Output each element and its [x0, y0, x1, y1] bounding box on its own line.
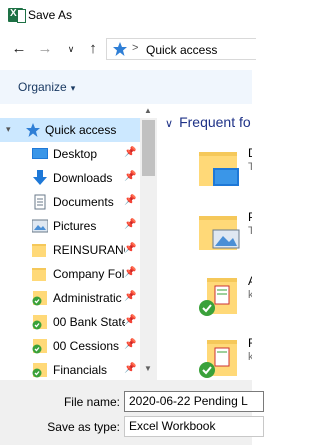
- synced-folder-icon: [199, 340, 237, 378]
- tree-item-company-fol[interactable]: Company Fol 📌: [0, 262, 140, 286]
- expand-chevron-icon[interactable]: ▾: [6, 124, 11, 135]
- navigation-pane: ▾ Quick access Desktop 📌 Downloads 📌 Doc…: [0, 104, 140, 380]
- folder-subtext: k: [248, 289, 252, 301]
- command-bar: Organize ▾: [0, 70, 252, 104]
- downloads-icon: [33, 170, 47, 185]
- tree-item-documents[interactable]: Documents 📌: [0, 190, 140, 214]
- synced-folder-icon: [32, 315, 47, 330]
- scroll-up-icon[interactable]: ▲: [144, 106, 152, 115]
- tree-item-label: Quick access: [45, 123, 117, 137]
- save-options-panel: File name: 2020-06-22 Pending L Save as …: [0, 380, 264, 445]
- tree-item-label: Documents: [53, 195, 114, 209]
- tree-item-desktop[interactable]: Desktop 📌: [0, 142, 140, 166]
- folder-subtext: k: [248, 351, 252, 363]
- title-bar: X Save As: [0, 0, 252, 30]
- desktop-folder-icon: [199, 152, 239, 186]
- folder-subtext: T: [248, 161, 252, 173]
- pin-icon: 📌: [124, 195, 137, 206]
- up-button[interactable]: ↑: [84, 40, 102, 58]
- back-button[interactable]: ←: [10, 40, 28, 58]
- tree-item-label: Financials: [53, 363, 108, 377]
- synced-folder-icon: [32, 291, 47, 306]
- content-pane: ∨ Frequent fo D T P T A k F k: [157, 104, 252, 380]
- tree-item-label: REINSURANC: [53, 243, 125, 257]
- folder-tile-pictures[interactable]: P T: [197, 210, 252, 270]
- pin-icon: 📌: [124, 243, 137, 254]
- desktop-icon: [32, 148, 48, 159]
- quick-access-star-icon: [113, 42, 127, 56]
- pin-icon: 📌: [124, 267, 137, 278]
- folder-tile-a[interactable]: A k: [197, 274, 252, 334]
- caret-down-icon: ▾: [70, 83, 76, 93]
- address-bar[interactable]: > Quick access: [106, 38, 256, 60]
- pin-icon: 📌: [124, 147, 137, 158]
- tree-item-quick-access[interactable]: ▾ Quick access: [0, 118, 140, 142]
- excel-icon: X: [8, 8, 26, 23]
- pin-icon: 📌: [124, 363, 137, 374]
- group-header-label: Frequent fo: [179, 114, 251, 130]
- arrow-left-icon: ←: [11, 40, 27, 57]
- window-title: Save As: [28, 8, 73, 22]
- arrow-right-icon: →: [37, 40, 53, 57]
- forward-button[interactable]: →: [36, 40, 54, 58]
- tree-item-label: Downloads: [53, 171, 113, 185]
- folder-name: P: [248, 210, 252, 224]
- file-name-input[interactable]: 2020-06-22 Pending L: [124, 391, 264, 412]
- tree-item-label: 00 Cessions: [53, 339, 120, 353]
- pin-icon: 📌: [124, 219, 137, 230]
- folder-name: F: [248, 336, 252, 350]
- organize-label: Organize: [18, 80, 67, 94]
- scrollbar-thumb[interactable]: [142, 120, 155, 176]
- folder-subtext: T: [248, 225, 252, 237]
- pictures-icon: [32, 219, 48, 233]
- organize-button[interactable]: Organize ▾: [18, 80, 75, 94]
- tree-item-reinsuranc[interactable]: REINSURANC 📌: [0, 238, 140, 262]
- save-as-type-select[interactable]: Excel Workbook: [124, 416, 264, 437]
- tree-item-financials[interactable]: Financials 📌: [0, 358, 140, 380]
- folder-tile-desktop[interactable]: D T: [197, 146, 252, 206]
- folder-name: D: [248, 146, 252, 160]
- pin-icon: 📌: [124, 339, 137, 350]
- pin-icon: 📌: [124, 291, 137, 302]
- folder-icon: [32, 268, 46, 281]
- save-as-type-label: Save as type:: [47, 420, 120, 434]
- synced-folder-icon: [199, 278, 237, 316]
- chevron-down-icon: ∨: [67, 44, 75, 54]
- group-header-frequent[interactable]: ∨ Frequent fo: [165, 114, 251, 130]
- pin-icon: 📌: [124, 315, 137, 326]
- tree-item-label: Desktop: [53, 147, 98, 161]
- synced-folder-icon: [32, 339, 47, 354]
- pictures-folder-icon: [199, 216, 240, 250]
- folder-tile-f[interactable]: F k: [197, 336, 252, 380]
- folder-icon: [32, 244, 46, 257]
- tree-item-pictures[interactable]: Pictures 📌: [0, 214, 140, 238]
- synced-folder-icon: [32, 363, 47, 378]
- tree-item-00-bank-state[interactable]: 00 Bank State 📌: [0, 310, 140, 334]
- address-location: Quick access: [146, 43, 218, 57]
- tree-item-label: Pictures: [53, 219, 97, 233]
- collapse-chevron-icon: ∨: [165, 118, 174, 130]
- folder-name: A: [248, 274, 252, 288]
- tree-item-downloads[interactable]: Downloads 📌: [0, 166, 140, 190]
- tree-item-label: Company Fol: [53, 267, 125, 281]
- address-separator: >: [132, 42, 139, 54]
- quick-access-star-icon: [26, 123, 40, 137]
- navigation-bar: ← → ∨ ↑ > Quick access: [0, 30, 256, 70]
- recent-locations-button[interactable]: ∨: [62, 40, 80, 58]
- tree-item-label: Administratic: [53, 291, 122, 305]
- tree-item-00-cessions[interactable]: 00 Cessions 📌: [0, 334, 140, 358]
- tree-scrollbar[interactable]: ▲ ▼: [140, 106, 157, 380]
- tree-item-administratic[interactable]: Administratic 📌: [0, 286, 140, 310]
- file-name-label: File name:: [63, 395, 120, 409]
- documents-icon: [34, 194, 46, 210]
- scroll-down-icon[interactable]: ▼: [144, 364, 152, 373]
- arrow-up-icon: ↑: [89, 40, 97, 57]
- pin-icon: 📌: [124, 171, 137, 182]
- tree-item-label: 00 Bank State: [53, 315, 125, 329]
